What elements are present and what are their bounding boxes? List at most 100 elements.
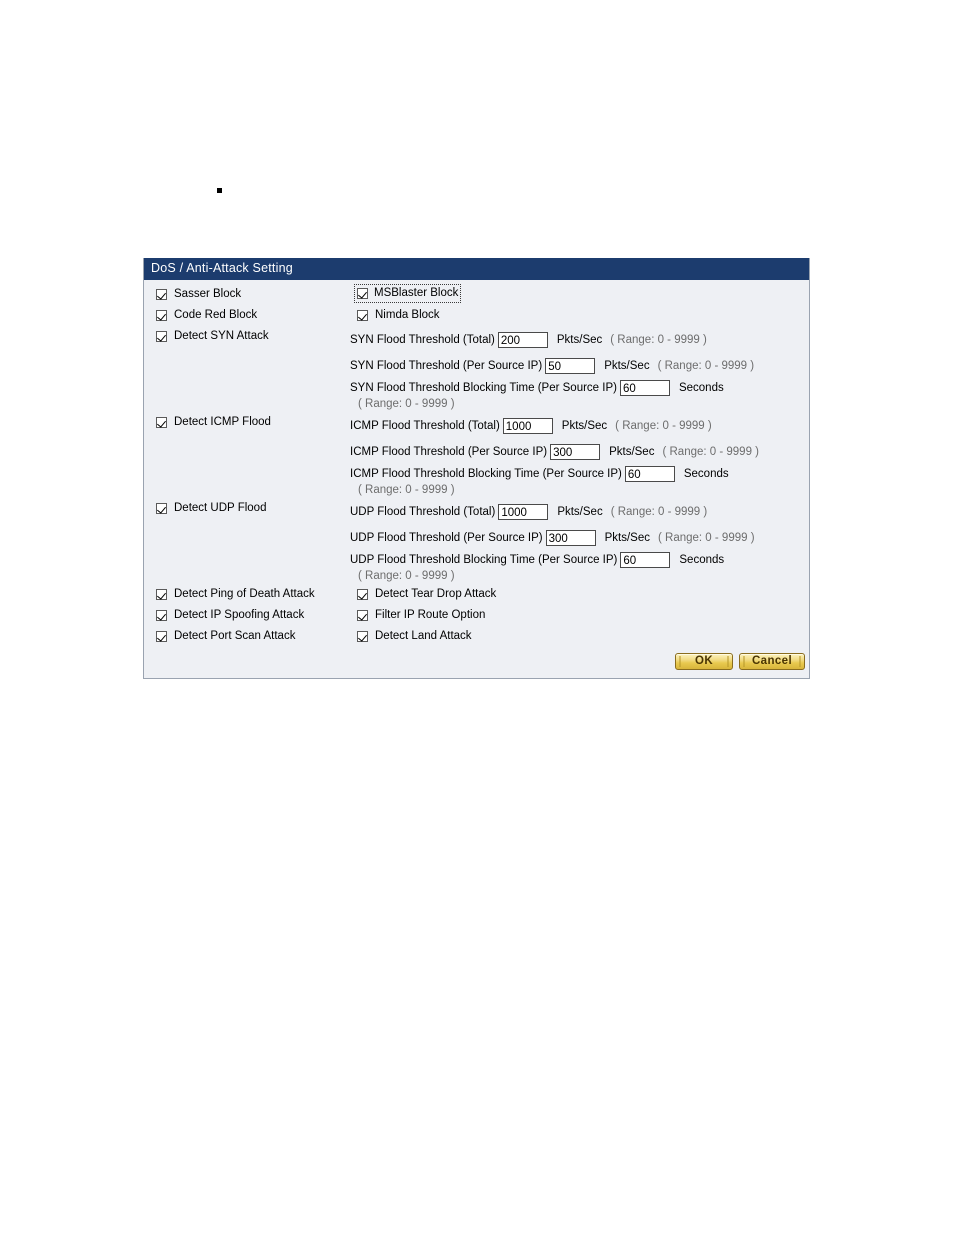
- checkmark-icon: [156, 631, 167, 642]
- checkbox-detect-ping-of-death-attack[interactable]: Detect Ping of Death Attack: [154, 585, 317, 604]
- field-label: SYN Flood Threshold Blocking Time (Per S…: [350, 382, 617, 394]
- checkbox-code-red-block[interactable]: Code Red Block: [154, 306, 259, 325]
- checkbox-detect-icmp-flood[interactable]: Detect ICMP Flood: [154, 413, 273, 432]
- col-left: Detect UDP Flood: [144, 499, 350, 519]
- checkbox-label: Detect Ping of Death Attack: [174, 588, 315, 600]
- checkbox-label: Detect IP Spoofing Attack: [174, 609, 305, 621]
- col-right: SYN Flood Threshold (Total) 200 Pkts/Sec…: [350, 327, 809, 413]
- field-label: UDP Flood Threshold Blocking Time (Per S…: [350, 554, 618, 566]
- checkmark-icon: [156, 503, 167, 514]
- checkbox-label: Code Red Block: [174, 309, 258, 321]
- checkbox-label: Detect Port Scan Attack: [174, 630, 296, 642]
- field-udp-per-source: UDP Flood Threshold (Per Source IP) 300 …: [350, 525, 806, 551]
- panel-body: Sasser Block MSBlaster Block Code Red Bl…: [144, 280, 809, 678]
- syn-total-input[interactable]: 200: [497, 332, 548, 348]
- field-unit: Pkts/Sec: [604, 360, 650, 372]
- checkmark-icon: [156, 417, 167, 428]
- checkbox-label: Nimda Block: [375, 309, 440, 321]
- row-pingofdeath-teardrop: Detect Ping of Death Attack Detect Tear …: [144, 585, 809, 606]
- checkmark-icon: [357, 310, 368, 321]
- checkmark-icon: [357, 631, 368, 642]
- checkmark-icon: [357, 589, 368, 600]
- row-portscan-landattack: Detect Port Scan Attack Detect Land Atta…: [144, 627, 809, 648]
- col-right: MSBlaster Block: [350, 284, 809, 304]
- checkbox-detect-syn-attack[interactable]: Detect SYN Attack: [154, 327, 271, 346]
- row-codered-nimda: Code Red Block Nimda Block: [144, 306, 809, 327]
- field-udp-total: UDP Flood Threshold (Total) 1000 Pkts/Se…: [350, 499, 806, 525]
- checkbox-label: Detect UDP Flood: [174, 502, 267, 514]
- checkmark-icon: [156, 331, 167, 342]
- field-syn-total: SYN Flood Threshold (Total) 200 Pkts/Sec…: [350, 327, 806, 353]
- dos-anti-attack-panel: DoS / Anti-Attack Setting Sasser Block M…: [143, 258, 810, 679]
- col-right: UDP Flood Threshold (Total) 1000 Pkts/Se…: [350, 499, 809, 585]
- checkmark-icon: [156, 289, 167, 300]
- col-right: Nimda Block: [350, 306, 809, 326]
- field-range: ( Range: 0 - 9999 ): [615, 420, 712, 432]
- field-range: ( Range: 0 - 9999 ): [662, 446, 759, 458]
- ok-button-label: OK: [694, 655, 714, 667]
- checkbox-detect-ip-spoofing-attack[interactable]: Detect IP Spoofing Attack: [154, 606, 306, 625]
- field-unit: Pkts/Sec: [609, 446, 655, 458]
- row-detect-syn-attack: Detect SYN Attack SYN Flood Threshold (T…: [144, 327, 809, 413]
- checkbox-detect-tear-drop-attack[interactable]: Detect Tear Drop Attack: [355, 585, 498, 604]
- checkbox-nimda-block[interactable]: Nimda Block: [355, 306, 442, 325]
- checkbox-filter-ip-route-option[interactable]: Filter IP Route Option: [355, 606, 487, 625]
- col-left: Detect IP Spoofing Attack: [144, 606, 350, 626]
- field-range: ( Range: 0 - 9999 ): [658, 532, 755, 544]
- checkbox-sasser-block[interactable]: Sasser Block: [154, 285, 243, 304]
- field-range: ( Range: 0 - 9999 ): [610, 506, 708, 518]
- row-detect-udp-flood: Detect UDP Flood UDP Flood Threshold (To…: [144, 499, 809, 585]
- icmp-total-input[interactable]: 1000: [502, 418, 553, 434]
- field-icmp-total: ICMP Flood Threshold (Total) 1000 Pkts/S…: [350, 413, 806, 439]
- field-label: ICMP Flood Threshold (Total): [350, 420, 500, 432]
- field-range: ( Range: 0 - 9999 ): [657, 360, 755, 372]
- cancel-button[interactable]: Cancel: [739, 653, 805, 670]
- field-syn-per-source: SYN Flood Threshold (Per Source IP) 50 P…: [350, 353, 806, 379]
- checkmark-icon: [357, 288, 368, 299]
- field-range: ( Range: 0 - 9999 ): [358, 484, 455, 496]
- udp-total-input[interactable]: 1000: [498, 504, 549, 520]
- ok-button[interactable]: OK: [675, 653, 733, 670]
- syn-blocking-time-input[interactable]: 60: [619, 380, 670, 396]
- field-range: ( Range: 0 - 9999 ): [610, 334, 707, 346]
- button-bar: OK Cancel: [144, 648, 809, 672]
- checkmark-icon: [156, 310, 167, 321]
- field-unit: Seconds: [679, 554, 725, 566]
- field-range: ( Range: 0 - 9999 ): [358, 570, 455, 582]
- checkbox-label: Filter IP Route Option: [375, 609, 486, 621]
- checkbox-detect-udp-flood[interactable]: Detect UDP Flood: [154, 499, 268, 518]
- field-unit: Pkts/Sec: [561, 420, 608, 432]
- checkbox-msblaster-block[interactable]: MSBlaster Block: [353, 284, 462, 303]
- udp-per-source-input[interactable]: 300: [545, 530, 596, 546]
- checkmark-icon: [357, 610, 368, 621]
- checkbox-label: Sasser Block: [174, 288, 242, 300]
- field-unit: Pkts/Sec: [557, 506, 603, 518]
- icmp-blocking-time-input[interactable]: 60: [624, 466, 675, 482]
- row-ipspoofing-filteriproute: Detect IP Spoofing Attack Filter IP Rout…: [144, 606, 809, 627]
- col-right: Detect Land Attack: [350, 627, 809, 647]
- col-right: Detect Tear Drop Attack: [350, 585, 809, 605]
- checkbox-label: Detect Land Attack: [375, 630, 472, 642]
- checkbox-detect-land-attack[interactable]: Detect Land Attack: [355, 627, 474, 646]
- col-right: Filter IP Route Option: [350, 606, 809, 626]
- row-detect-icmp-flood: Detect ICMP Flood ICMP Flood Threshold (…: [144, 413, 809, 499]
- field-label: ICMP Flood Threshold Blocking Time (Per …: [350, 468, 622, 480]
- field-label: SYN Flood Threshold (Total): [350, 334, 495, 346]
- col-right: ICMP Flood Threshold (Total) 1000 Pkts/S…: [350, 413, 809, 499]
- checkbox-detect-port-scan-attack[interactable]: Detect Port Scan Attack: [154, 627, 297, 646]
- field-unit: Pkts/Sec: [604, 532, 650, 544]
- checkmark-icon: [156, 589, 167, 600]
- field-syn-blocking-time: SYN Flood Threshold Blocking Time (Per S…: [350, 379, 806, 413]
- checkbox-label: MSBlaster Block: [374, 287, 459, 299]
- field-unit: Pkts/Sec: [556, 334, 603, 346]
- udp-blocking-time-input[interactable]: 60: [620, 552, 671, 568]
- checkbox-label: Detect SYN Attack: [174, 330, 269, 342]
- syn-per-source-input[interactable]: 50: [545, 358, 596, 374]
- icmp-per-source-input[interactable]: 300: [550, 444, 601, 460]
- checkbox-label: Detect Tear Drop Attack: [375, 588, 497, 600]
- field-icmp-per-source: ICMP Flood Threshold (Per Source IP) 300…: [350, 439, 806, 465]
- field-range: ( Range: 0 - 9999 ): [358, 398, 455, 410]
- checkbox-label: Detect ICMP Flood: [174, 416, 271, 428]
- field-icmp-blocking-time: ICMP Flood Threshold Blocking Time (Per …: [350, 465, 806, 499]
- col-left: Detect SYN Attack: [144, 327, 350, 347]
